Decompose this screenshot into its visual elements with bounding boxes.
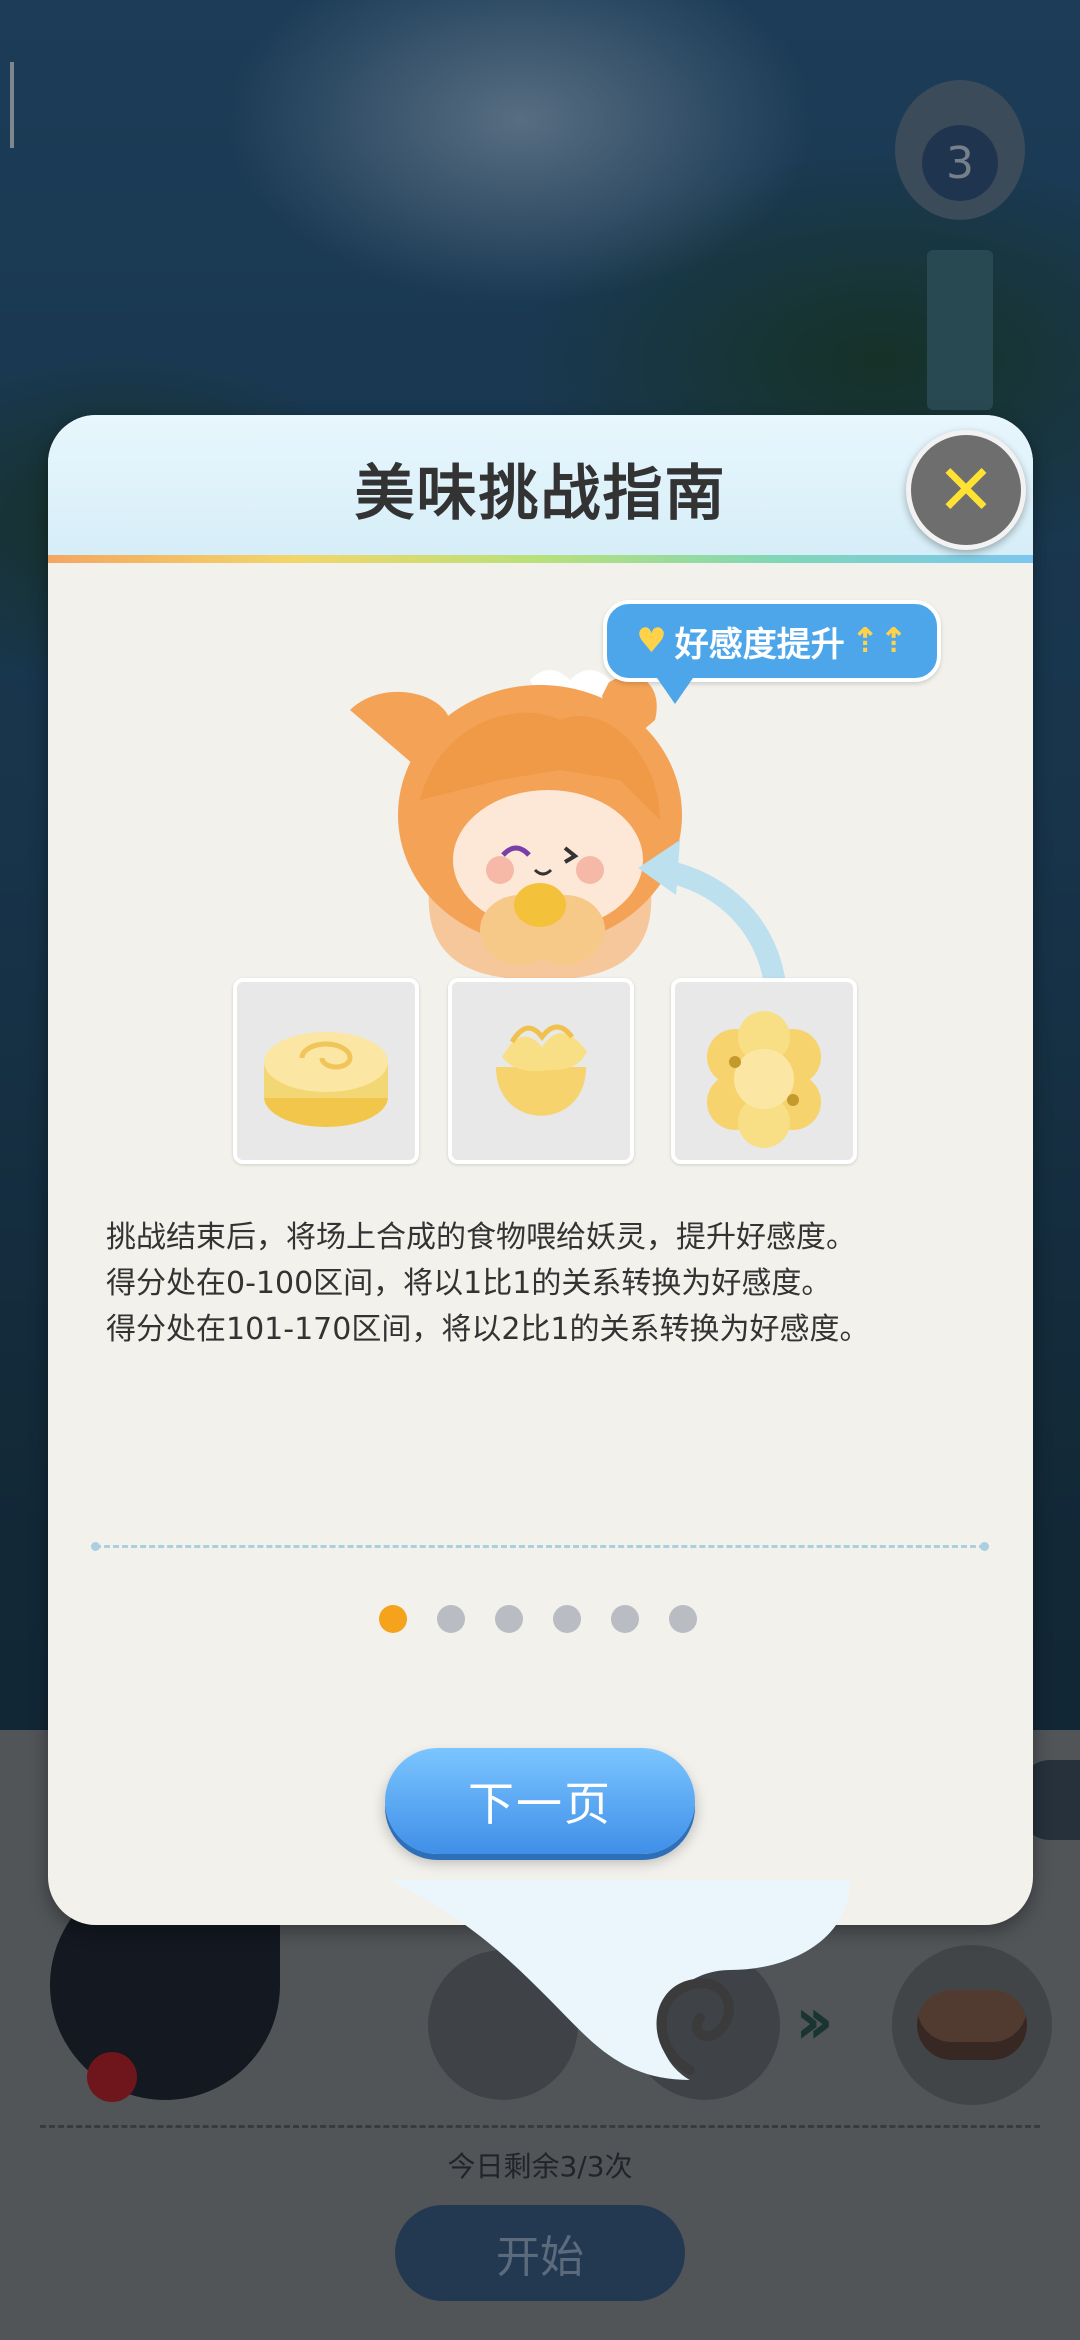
page-dot-2[interactable] — [437, 1605, 465, 1633]
dialog-title: 美味挑战指南 — [354, 459, 727, 529]
page-dot-5[interactable] — [611, 1605, 639, 1633]
close-button[interactable]: ✕ — [906, 430, 1026, 550]
next-page-button[interactable]: 下一页 — [385, 1748, 695, 1854]
page-dot-3[interactable] — [495, 1605, 523, 1633]
dashed-divider — [91, 1542, 989, 1551]
food-card-pastry — [671, 978, 857, 1164]
page-dot-6[interactable] — [669, 1605, 697, 1633]
challenge-description: 挑战结束后，将场上合成的食物喂给妖灵，提升好感度。 得分处在0-100区间，将以… — [106, 1215, 1006, 1353]
up-arrows-icon: ⇡⇡ — [850, 621, 908, 661]
page-dot-1[interactable] — [379, 1605, 407, 1633]
header-divider — [48, 555, 1033, 563]
layered-cake-icon — [264, 1032, 388, 1127]
steamed-bun-icon — [496, 1024, 587, 1116]
affection-bubble: ♥ 好感度提升 ⇡⇡ — [603, 600, 941, 704]
food-card-bun — [448, 978, 634, 1164]
food-card-cake — [233, 978, 419, 1164]
page-dot-4[interactable] — [553, 1605, 581, 1633]
affection-label: 好感度提升 — [674, 624, 845, 665]
golden-flower-pastry-icon — [707, 1011, 821, 1148]
page-indicator — [379, 1605, 697, 1635]
heart-icon: ♥ — [636, 621, 667, 661]
close-icon: ✕ — [936, 449, 996, 531]
description-line-3: 得分处在101-170区间，将以2比1的关系转换为好感度。 — [106, 1312, 870, 1347]
description-line-1: 挑战结束后，将场上合成的食物喂给妖灵，提升好感度。 — [106, 1220, 856, 1255]
description-line-2: 得分处在0-100区间，将以1比1的关系转换为好感度。 — [106, 1266, 832, 1301]
